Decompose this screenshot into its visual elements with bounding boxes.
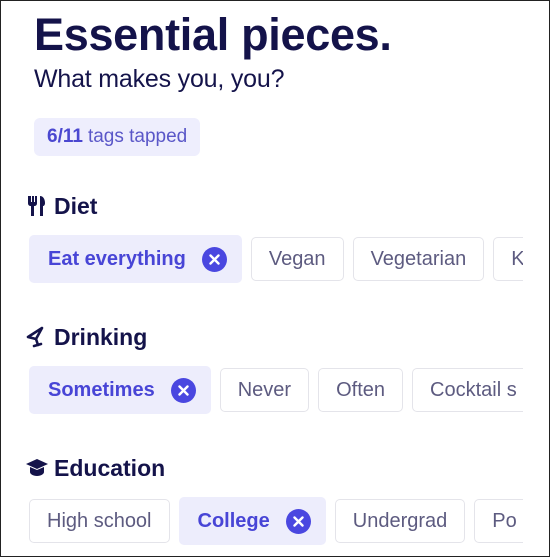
tag-row: High school College Undergrad Po bbox=[29, 497, 523, 549]
tags-tapped-count: 6/11 bbox=[47, 126, 83, 147]
remove-tag-icon[interactable] bbox=[201, 246, 227, 272]
remove-tag-icon[interactable] bbox=[285, 508, 311, 534]
tag-row: Eat everything VeganVegetarianK bbox=[29, 235, 523, 287]
graduation-cap-icon bbox=[25, 456, 49, 480]
section-drinking: Drinking Sometimes Never Often Cocktail s bbox=[25, 322, 523, 414]
tag-vegan[interactable]: Vegan bbox=[250, 237, 344, 281]
utensils-icon bbox=[25, 194, 49, 218]
tag-sometimes[interactable]: Sometimes bbox=[29, 366, 211, 414]
tag-vegetarian[interactable]: Vegetarian bbox=[352, 237, 485, 281]
section-label: Diet bbox=[54, 192, 98, 219]
tag-never[interactable]: Never bbox=[219, 368, 310, 412]
tag-eat-everything[interactable]: Eat everything bbox=[29, 235, 242, 283]
cocktail-glass-icon bbox=[25, 325, 49, 349]
page-title: Essential pieces. bbox=[34, 9, 392, 60]
tag-label: Eat everything bbox=[48, 247, 186, 270]
tags-tapped-badge: 6/11 tags tapped bbox=[34, 118, 201, 156]
tag-label: College bbox=[197, 509, 270, 532]
tag-k[interactable]: K bbox=[493, 237, 523, 281]
tag-college[interactable]: College bbox=[178, 497, 326, 545]
tag-high-school[interactable]: High school bbox=[29, 499, 170, 543]
section-diet: Diet Eat everything VeganVegetarianK bbox=[25, 191, 523, 283]
screen: Essential pieces. What makes you, you? 6… bbox=[0, 0, 550, 557]
tag-cocktail[interactable]: Cocktail s bbox=[412, 368, 523, 412]
tag-row: Sometimes Never Often Cocktail s bbox=[29, 366, 523, 418]
tag-postgrad[interactable]: Po bbox=[474, 499, 523, 543]
tag-often[interactable]: Often bbox=[318, 368, 403, 412]
tags-tapped-label: tags tapped bbox=[87, 126, 188, 147]
section-label: Drinking bbox=[54, 323, 148, 350]
remove-tag-icon[interactable] bbox=[170, 377, 196, 403]
tag-label: Sometimes bbox=[48, 378, 155, 401]
tag-undergrad[interactable]: Undergrad bbox=[334, 499, 466, 543]
page-subtitle: What makes you, you? bbox=[34, 65, 285, 93]
section-label: Education bbox=[54, 454, 166, 481]
section-education: Education High school College Undergrad Po bbox=[25, 453, 523, 545]
